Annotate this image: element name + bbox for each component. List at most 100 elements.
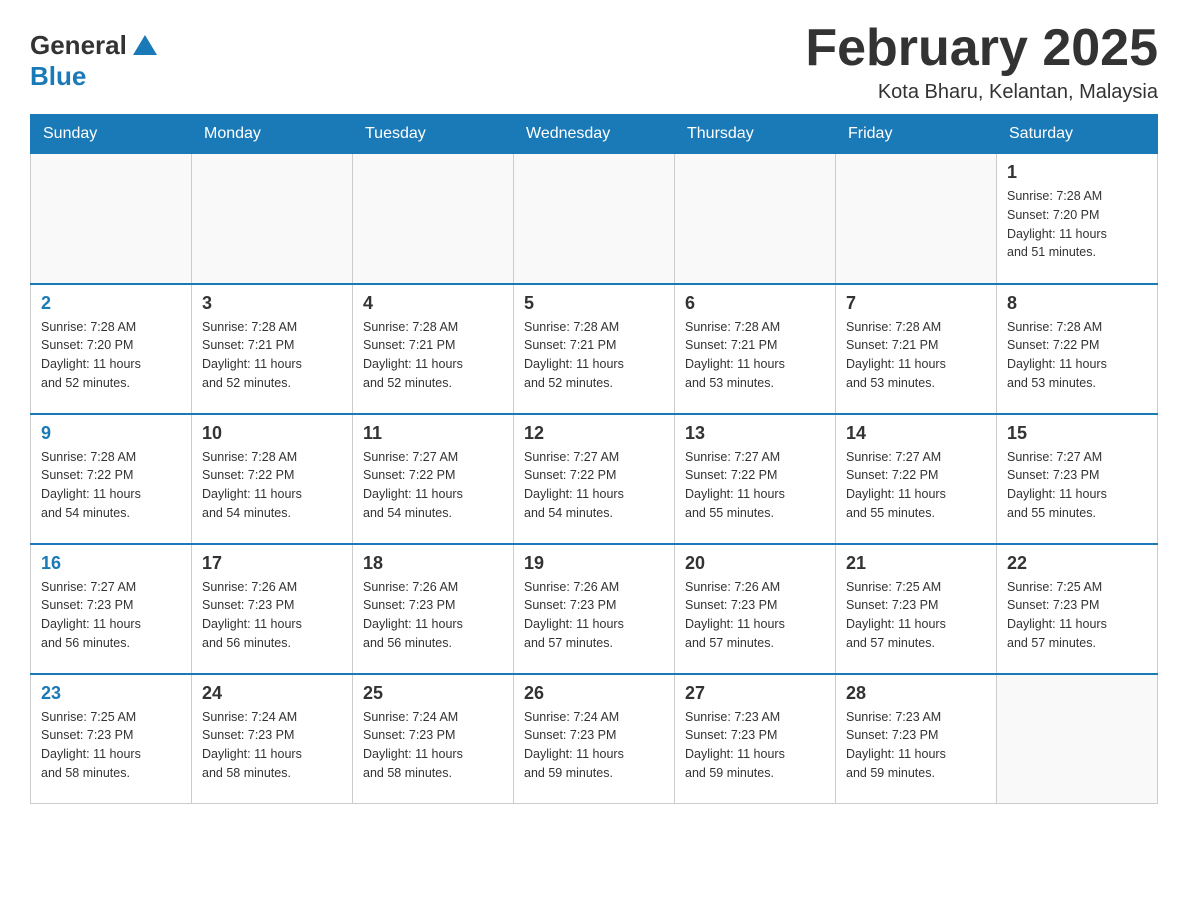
day-info: Sunrise: 7:28 AM Sunset: 7:21 PM Dayligh… [524, 318, 664, 393]
day-number: 23 [41, 683, 181, 704]
day-info: Sunrise: 7:28 AM Sunset: 7:21 PM Dayligh… [846, 318, 986, 393]
day-number: 2 [41, 293, 181, 314]
day-number: 6 [685, 293, 825, 314]
calendar-cell: 17Sunrise: 7:26 AM Sunset: 7:23 PM Dayli… [192, 544, 353, 674]
calendar-cell: 13 Sunrise: 7:27 AM Sunset: 7:22 PM Dayli… [675, 414, 836, 544]
calendar-cell: 12 Sunrise: 7:27 AM Sunset: 7:22 PM Dayli… [514, 414, 675, 544]
day-number: 7 [846, 293, 986, 314]
calendar-cell [192, 154, 353, 284]
calendar-header-row: SundayMondayTuesdayWednesdayThursdayFrid… [31, 115, 1158, 154]
day-info: Sunrise: 7:27 AM Sunset: 7:22 PM Dayligh… [846, 448, 986, 523]
calendar-week-row: 2 Sunrise: 7:28 AM Sunset: 7:20 PM Daylig… [31, 284, 1158, 414]
calendar-cell: 1 Sunrise: 7:28 AM Sunset: 7:20 PM Daylig… [997, 154, 1158, 284]
day-number: 11 [363, 423, 503, 444]
day-info: Sunrise: 7:27 AM Sunset: 7:23 PM Dayligh… [41, 578, 181, 653]
day-number: 10 [202, 423, 342, 444]
day-number: 8 [1007, 293, 1147, 314]
calendar-cell: 15 Sunrise: 7:27 AM Sunset: 7:23 PM Dayli… [997, 414, 1158, 544]
day-number: 19 [524, 553, 664, 574]
calendar-cell [31, 154, 192, 284]
day-info: Sunrise: 7:28 AM Sunset: 7:21 PM Dayligh… [363, 318, 503, 393]
calendar-cell [836, 154, 997, 284]
calendar-cell: 18Sunrise: 7:26 AM Sunset: 7:23 PM Dayli… [353, 544, 514, 674]
day-info: Sunrise: 7:25 AM Sunset: 7:23 PM Dayligh… [846, 578, 986, 653]
weekday-header-wednesday: Wednesday [514, 115, 675, 154]
day-info: Sunrise: 7:26 AM Sunset: 7:23 PM Dayligh… [685, 578, 825, 653]
logo-triangle-icon [133, 35, 157, 55]
day-info: Sunrise: 7:27 AM Sunset: 7:22 PM Dayligh… [685, 448, 825, 523]
logo-general: General [30, 30, 157, 61]
logo-blue-text: Blue [30, 61, 86, 92]
calendar-cell: 11 Sunrise: 7:27 AM Sunset: 7:22 PM Dayli… [353, 414, 514, 544]
calendar-cell: 19 Sunrise: 7:26 AM Sunset: 7:23 PM Dayli… [514, 544, 675, 674]
day-number: 13 [685, 423, 825, 444]
page-header: General Blue February 2025 Kota Bharu, K… [30, 20, 1158, 104]
day-number: 21 [846, 553, 986, 574]
calendar-week-row: 16 Sunrise: 7:27 AM Sunset: 7:23 PM Dayli… [31, 544, 1158, 674]
calendar-cell: 26Sunrise: 7:24 AM Sunset: 7:23 PM Dayli… [514, 674, 675, 804]
day-number: 25 [363, 683, 503, 704]
weekday-header-thursday: Thursday [675, 115, 836, 154]
day-info: Sunrise: 7:27 AM Sunset: 7:22 PM Dayligh… [524, 448, 664, 523]
day-info: Sunrise: 7:28 AM Sunset: 7:21 PM Dayligh… [202, 318, 342, 393]
month-title: February 2025 [805, 20, 1158, 77]
day-number: 20 [685, 553, 825, 574]
calendar-cell: 23 Sunrise: 7:25 AM Sunset: 7:23 PM Dayli… [31, 674, 192, 804]
calendar-cell: 5 Sunrise: 7:28 AM Sunset: 7:21 PM Daylig… [514, 284, 675, 414]
calendar-cell: 20 Sunrise: 7:26 AM Sunset: 7:23 PM Dayli… [675, 544, 836, 674]
calendar-table: SundayMondayTuesdayWednesdayThursdayFrid… [30, 114, 1158, 804]
calendar-week-row: 1 Sunrise: 7:28 AM Sunset: 7:20 PM Daylig… [31, 154, 1158, 284]
calendar-cell: 22 Sunrise: 7:25 AM Sunset: 7:23 PM Dayli… [997, 544, 1158, 674]
day-number: 5 [524, 293, 664, 314]
day-info: Sunrise: 7:24 AM Sunset: 7:23 PM Dayligh… [363, 708, 503, 783]
day-number: 22 [1007, 553, 1147, 574]
day-number: 28 [846, 683, 986, 704]
calendar-cell: 3 Sunrise: 7:28 AM Sunset: 7:21 PM Daylig… [192, 284, 353, 414]
day-number: 1 [1007, 162, 1147, 183]
calendar-cell: 9 Sunrise: 7:28 AM Sunset: 7:22 PM Daylig… [31, 414, 192, 544]
weekday-header-sunday: Sunday [31, 115, 192, 154]
day-info: Sunrise: 7:28 AM Sunset: 7:22 PM Dayligh… [41, 448, 181, 523]
day-number: 15 [1007, 423, 1147, 444]
day-info: Sunrise: 7:28 AM Sunset: 7:20 PM Dayligh… [1007, 187, 1147, 262]
calendar-cell: 25 Sunrise: 7:24 AM Sunset: 7:23 PM Dayli… [353, 674, 514, 804]
calendar-cell: 6 Sunrise: 7:28 AM Sunset: 7:21 PM Daylig… [675, 284, 836, 414]
day-info: Sunrise: 7:28 AM Sunset: 7:22 PM Dayligh… [1007, 318, 1147, 393]
calendar-cell: 7 Sunrise: 7:28 AM Sunset: 7:21 PM Daylig… [836, 284, 997, 414]
day-info: Sunrise: 7:27 AM Sunset: 7:23 PM Dayligh… [1007, 448, 1147, 523]
day-info: Sunrise: 7:28 AM Sunset: 7:20 PM Dayligh… [41, 318, 181, 393]
day-number: 27 [685, 683, 825, 704]
calendar-cell: 24Sunrise: 7:24 AM Sunset: 7:23 PM Dayli… [192, 674, 353, 804]
day-number: 9 [41, 423, 181, 444]
day-number: 3 [202, 293, 342, 314]
day-info: Sunrise: 7:26 AM Sunset: 7:23 PM Dayligh… [524, 578, 664, 653]
calendar-cell: 27 Sunrise: 7:23 AM Sunset: 7:23 PM Dayli… [675, 674, 836, 804]
calendar-cell: 16 Sunrise: 7:27 AM Sunset: 7:23 PM Dayli… [31, 544, 192, 674]
day-number: 16 [41, 553, 181, 574]
logo-general-text: General [30, 30, 127, 61]
calendar-cell [514, 154, 675, 284]
day-info: Sunrise: 7:23 AM Sunset: 7:23 PM Dayligh… [685, 708, 825, 783]
weekday-header-monday: Monday [192, 115, 353, 154]
day-info: Sunrise: 7:25 AM Sunset: 7:23 PM Dayligh… [41, 708, 181, 783]
calendar-cell: 28Sunrise: 7:23 AM Sunset: 7:23 PM Dayli… [836, 674, 997, 804]
logo: General Blue [30, 30, 157, 92]
day-info: Sunrise: 7:24 AM Sunset: 7:23 PM Dayligh… [524, 708, 664, 783]
day-number: 14 [846, 423, 986, 444]
day-info: Sunrise: 7:27 AM Sunset: 7:22 PM Dayligh… [363, 448, 503, 523]
calendar-cell: 4 Sunrise: 7:28 AM Sunset: 7:21 PM Daylig… [353, 284, 514, 414]
day-number: 4 [363, 293, 503, 314]
day-number: 12 [524, 423, 664, 444]
calendar-cell: 8 Sunrise: 7:28 AM Sunset: 7:22 PM Daylig… [997, 284, 1158, 414]
day-info: Sunrise: 7:25 AM Sunset: 7:23 PM Dayligh… [1007, 578, 1147, 653]
day-info: Sunrise: 7:28 AM Sunset: 7:22 PM Dayligh… [202, 448, 342, 523]
calendar-week-row: 9 Sunrise: 7:28 AM Sunset: 7:22 PM Daylig… [31, 414, 1158, 544]
calendar-week-row: 23 Sunrise: 7:25 AM Sunset: 7:23 PM Dayli… [31, 674, 1158, 804]
day-number: 24 [202, 683, 342, 704]
calendar-cell [997, 674, 1158, 804]
day-info: Sunrise: 7:28 AM Sunset: 7:21 PM Dayligh… [685, 318, 825, 393]
title-section: February 2025 Kota Bharu, Kelantan, Mala… [805, 20, 1158, 104]
day-number: 18 [363, 553, 503, 574]
weekday-header-saturday: Saturday [997, 115, 1158, 154]
day-number: 17 [202, 553, 342, 574]
